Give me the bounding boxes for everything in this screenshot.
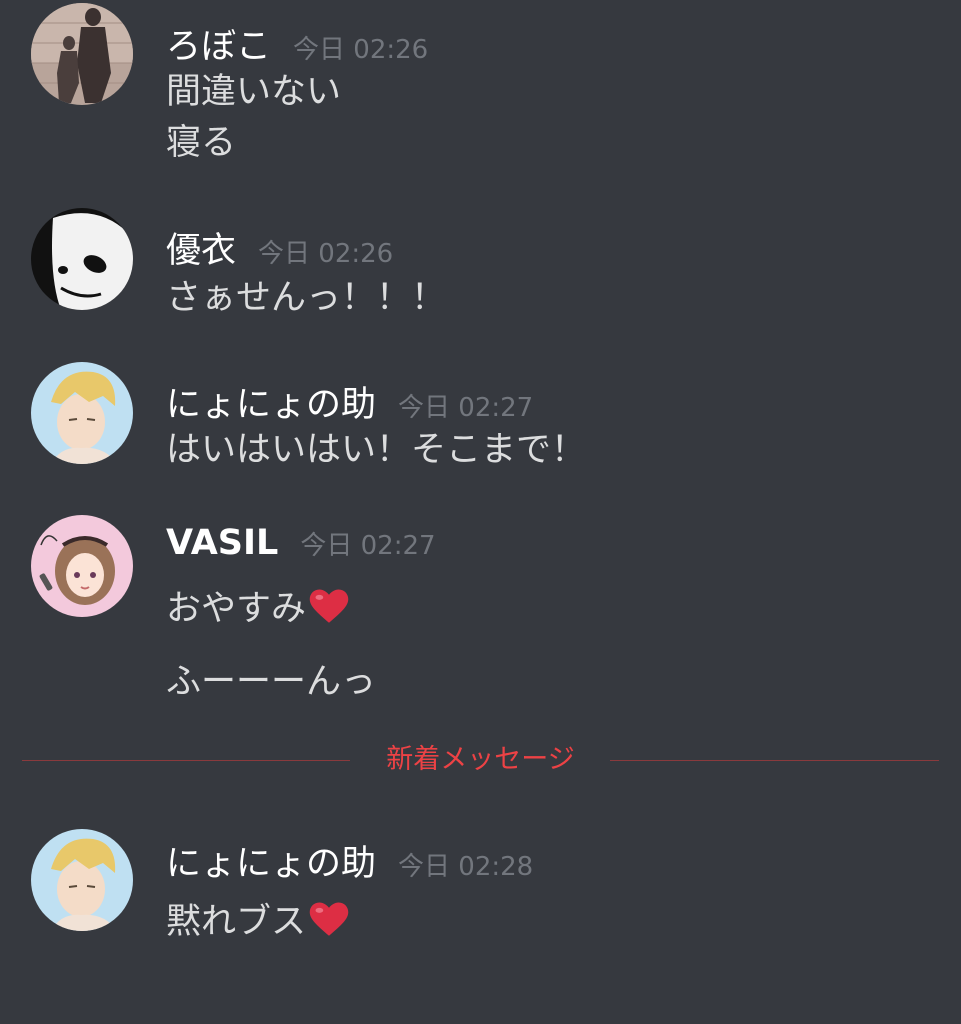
red-heart-icon — [308, 586, 350, 628]
new-messages-label: 新着メッセージ — [386, 744, 575, 775]
author-name[interactable]: ろぼこ — [166, 27, 271, 67]
avatar-vasil[interactable] — [31, 515, 133, 617]
timestamp: 今日 02:27 — [398, 393, 534, 423]
avatar-nyonyonosuke[interactable] — [31, 829, 133, 931]
timestamp: 今日 02:28 — [398, 852, 534, 882]
message-text-content: 黙れブス — [166, 902, 307, 942]
message-header: VASIL 今日 02:27 — [166, 523, 436, 563]
message-header: ろぼこ 今日 02:26 — [166, 18, 428, 69]
message-text-content: おやすみ — [166, 589, 307, 629]
author-name[interactable]: 優衣 — [166, 231, 236, 271]
timestamp: 今日 02:27 — [300, 531, 436, 561]
message-header: にょにょの助 今日 02:28 — [166, 835, 533, 886]
message-text: 黙れブス — [166, 893, 350, 944]
message-text: 間違いない — [166, 72, 342, 112]
message-text: はいはいはい！そこまで！ — [166, 430, 587, 470]
new-messages-divider: 新着メッセージ — [22, 744, 939, 775]
message-header: 優衣 今日 02:26 — [166, 222, 393, 273]
red-heart-icon — [308, 899, 350, 941]
message-text: さぁせんっ！！！ — [166, 278, 447, 318]
author-name[interactable]: にょにょの助 — [166, 844, 376, 884]
message-text: ふーーーんっ — [166, 662, 377, 702]
avatar-nyonyonosuke[interactable] — [31, 362, 133, 464]
avatar-yui[interactable] — [31, 208, 133, 310]
timestamp: 今日 02:26 — [258, 239, 394, 269]
message-text: 寝る — [166, 123, 237, 163]
avatar-roboko[interactable] — [31, 3, 133, 105]
author-name[interactable]: にょにょの助 — [166, 385, 376, 425]
author-name[interactable]: VASIL — [166, 523, 278, 563]
timestamp: 今日 02:26 — [293, 35, 429, 65]
message-header: にょにょの助 今日 02:27 — [166, 376, 533, 427]
message-text: おやすみ — [166, 580, 350, 631]
